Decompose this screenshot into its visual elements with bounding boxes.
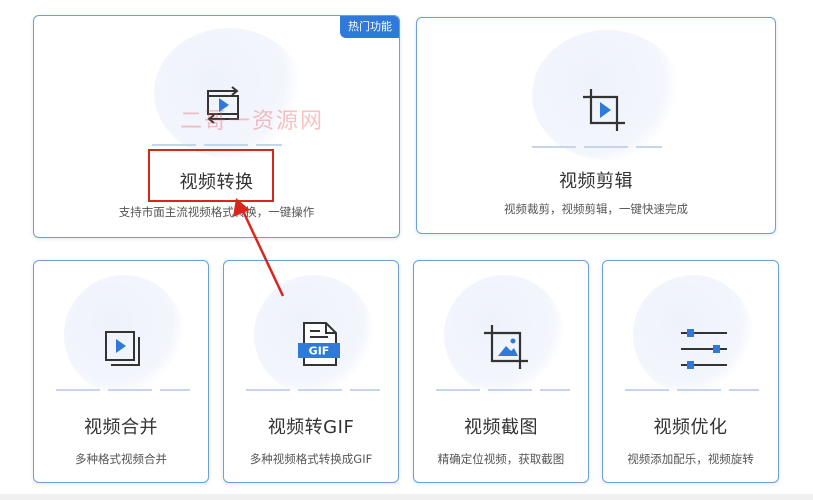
card-description: 多种视频格式转换成GIF (249, 452, 373, 466)
bottom-divider (0, 494, 813, 500)
decorative-dashes (246, 389, 380, 391)
card-video-screenshot[interactable]: 视频截图 精确定位视频，获取截图 (413, 260, 589, 483)
card-description: 精确定位视频，获取截图 (437, 452, 565, 466)
gif-file-icon: GIF (298, 322, 340, 366)
video-merge-icon (105, 331, 140, 366)
decorative-dashes (152, 144, 282, 146)
card-video-edit[interactable]: 视频剪辑 视频裁剪，视频剪辑，一键快速完成 (416, 17, 776, 234)
card-description: 视频裁剪，视频剪辑，一键快速完成 (504, 202, 688, 216)
card-video-optimize[interactable]: 视频优化 视频添加配乐，视频旋转 (602, 260, 779, 483)
watermark-text: 二哥一资源网 (180, 109, 325, 134)
card-title: 视频合并 (84, 417, 158, 438)
card-title: 视频截图 (464, 417, 538, 438)
decorative-dashes (532, 146, 662, 148)
hot-feature-badge: 热门功能 (340, 16, 399, 38)
svg-text:GIF: GIF (309, 345, 330, 358)
screenshot-crop-icon (484, 325, 528, 369)
sliders-icon (681, 329, 727, 369)
card-description: 视频添加配乐，视频旋转 (627, 452, 754, 466)
card-title: 视频转GIF (267, 417, 355, 438)
crop-icon (583, 89, 625, 131)
decorative-dashes (56, 389, 190, 391)
decorative-dashes (625, 389, 759, 391)
card-description: 支持市面主流视频格式转换，一键操作 (118, 205, 315, 219)
card-video-merge[interactable]: 视频合并 多种格式视频合并 (33, 260, 209, 483)
card-title: 视频剪辑 (559, 171, 633, 192)
decorative-dashes (436, 389, 570, 391)
card-title: 视频优化 (653, 417, 728, 438)
annotation-highlight-box (148, 149, 274, 202)
card-video-gif[interactable]: GIF 视频转GIF 多种视频格式转换成GIF (223, 260, 399, 483)
card-description: 多种格式视频合并 (75, 452, 167, 466)
